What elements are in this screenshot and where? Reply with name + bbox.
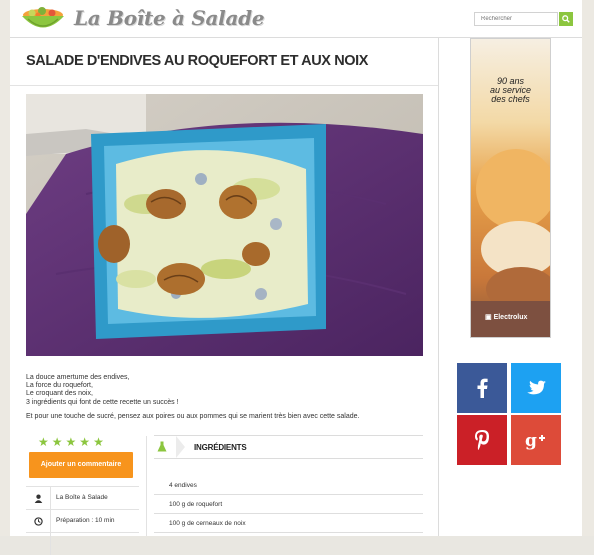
panel-divider	[146, 436, 147, 536]
star-icon[interactable]: ★	[66, 436, 77, 448]
facebook-share-button[interactable]	[457, 363, 507, 413]
ingredient-item: 100 g de cerneaux de noix	[154, 514, 423, 533]
recipe-author: La Boîte à Salade	[56, 494, 108, 501]
user-icon	[26, 487, 51, 509]
sidebar-advertisement[interactable]: 90 ans au service des chefs ▣ Electrolux	[470, 38, 551, 338]
site-logo-text[interactable]: La Boîte à Salade	[74, 6, 265, 30]
recipe-intro: La douce amertume des endives, La force …	[26, 374, 426, 421]
intro-line: 3 ingrédients qui font de cette recette …	[26, 398, 179, 406]
ingredient-item: 100 g de roquefort	[154, 495, 423, 514]
info-row-next	[26, 532, 139, 555]
star-icon[interactable]: ★	[93, 436, 104, 448]
star-icon[interactable]: ★	[38, 436, 49, 448]
clock-icon	[26, 510, 51, 532]
page-margin-left	[0, 0, 10, 536]
googleplus-share-button[interactable]: g	[511, 415, 561, 465]
salad-bowl-logo-icon[interactable]	[18, 5, 68, 33]
intro-line: La force du roquefort,	[26, 382, 93, 390]
svg-text:g: g	[525, 431, 537, 450]
prep-time: Préparation : 10 min	[56, 517, 115, 524]
recipe-title: SALADE D'ENDIVES AU ROQUEFORT ET AUX NOI…	[26, 53, 369, 69]
search-button[interactable]	[559, 12, 573, 26]
ad-brand-name: Electrolux	[493, 314, 528, 321]
ingredient-text: 100 g de cerneaux de noix	[169, 520, 246, 527]
twitter-share-button[interactable]	[511, 363, 561, 413]
search-input[interactable]	[474, 12, 558, 26]
ad-tagline: 90 ans au service des chefs	[471, 77, 550, 104]
author-row: La Boîte à Salade	[26, 486, 139, 509]
facebook-icon	[477, 378, 488, 398]
ad-brand: ▣ Electrolux	[485, 313, 527, 321]
pinterest-icon	[475, 430, 489, 450]
info-icon-cell	[26, 533, 51, 555]
site-header: La Boîte à Salade	[10, 0, 582, 38]
twitter-icon	[527, 380, 546, 394]
ingredient-text: 100 g de roquefort	[169, 501, 223, 508]
flask-icon	[157, 441, 167, 452]
pinterest-share-button[interactable]	[457, 415, 507, 465]
title-bar: SALADE D'ENDIVES AU ROQUEFORT ET AUX NOI…	[10, 38, 438, 86]
prep-time-row: Préparation : 10 min	[26, 509, 139, 532]
electrolux-logo-icon: ▣	[485, 314, 494, 321]
header-arrow	[176, 436, 185, 458]
ad-line: des chefs	[491, 94, 530, 104]
ingredients-title: INGRÉDIENTS	[194, 443, 247, 452]
ingredient-text: 4 endives	[169, 482, 197, 489]
star-icon[interactable]: ★	[52, 436, 63, 448]
ingredients-header: INGRÉDIENTS	[154, 435, 423, 459]
recipe-photo	[26, 94, 423, 356]
page-margin-right	[582, 0, 594, 536]
recipe-main: SALADE D'ENDIVES AU ROQUEFORT ET AUX NOI…	[10, 38, 439, 555]
googleplus-icon: g	[525, 431, 545, 450]
add-comment-button[interactable]: Ajouter un commentaire	[29, 452, 133, 478]
search-icon	[562, 15, 570, 23]
star-icon[interactable]: ★	[79, 436, 90, 448]
intro-line: Le croquant des noix,	[26, 390, 93, 398]
intro-line: La douce amertume des endives,	[26, 374, 130, 381]
rating-stars[interactable]: ★ ★ ★ ★ ★	[38, 436, 104, 448]
intro-tip: Et pour une touche de sucré, pensez aux …	[26, 412, 360, 420]
ingredient-item: 4 endives	[154, 476, 423, 495]
